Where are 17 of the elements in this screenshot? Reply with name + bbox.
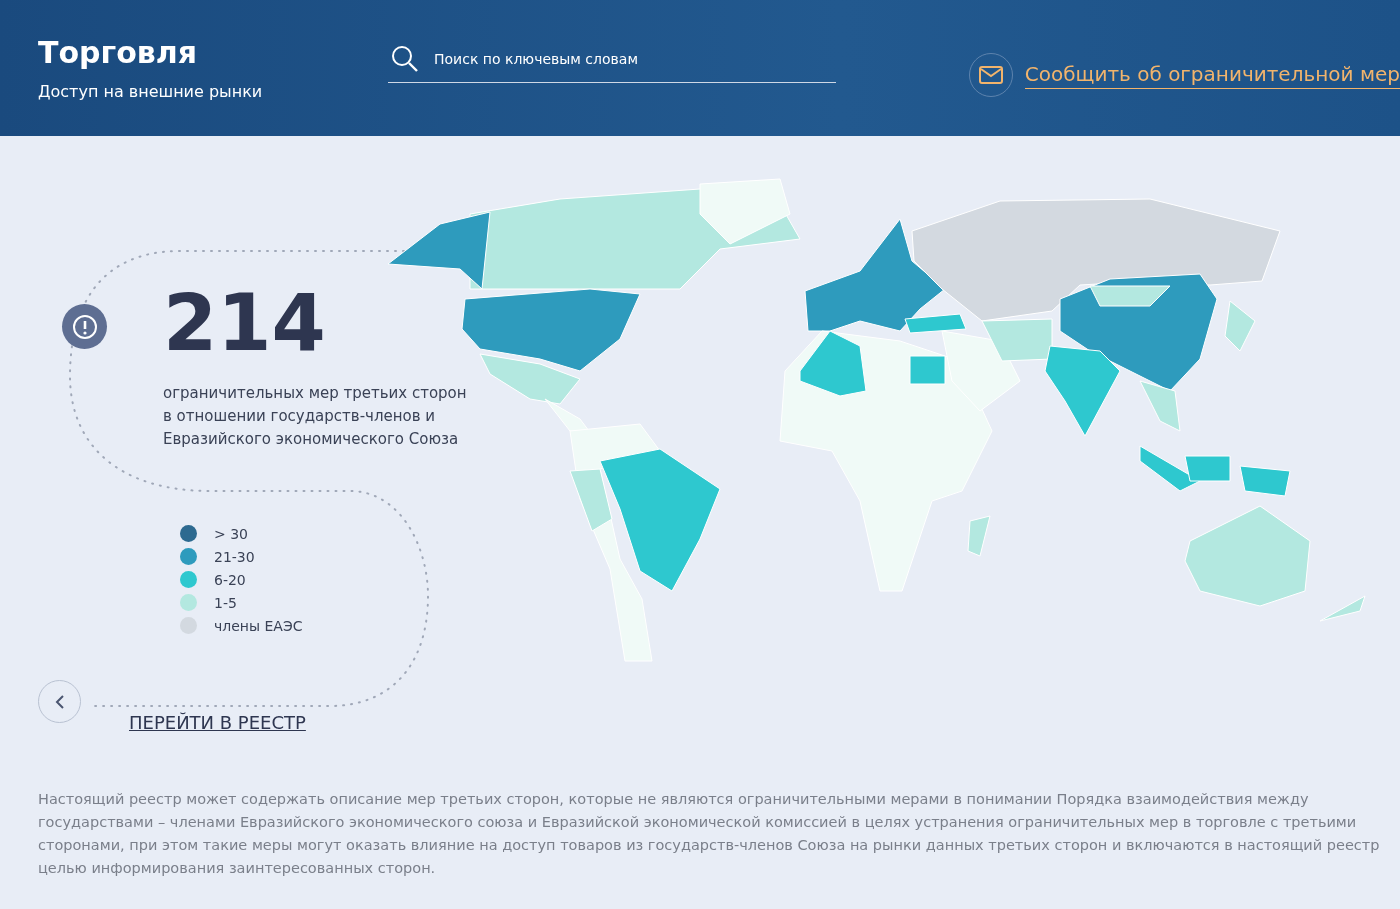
envelope-icon [978, 66, 1003, 84]
report-link[interactable]: Сообщить об ограничительной мер [1024, 61, 1400, 89]
legend-label: члены ЕАЭС [214, 617, 303, 634]
search-icon [390, 43, 420, 74]
count-description: ограничительных мер третьих сторон в отношении государств-членов и Евразийского экономического Союза [163, 383, 468, 450]
disclaimer-text: Настоящий реестр может содержать описание мер третьих сторон, которые не являются ограничительными мерами в понимании Порядка взаимодействия между государствами – членами Евразийского экономического союза и Евразийской экономической комиссией в целях устранения ограничительных мер в торговле с третьими сторонами, при этом такие меры могут оказать влияние на доступ товаров из государств-членов Союза на рынки данных третьих сторон и включаются в настоящий реестр целью информирования заинтересованных сторон. [38, 790, 1380, 878]
chevron-left-icon [54, 694, 65, 709]
legend-label: 1-5 [214, 594, 237, 611]
registry-link[interactable]: ПЕРЕЙТИ В РЕЕСТР [129, 712, 306, 733]
search-field[interactable]: Поиск по ключевым словам [432, 49, 836, 68]
legend-label: > 30 [214, 525, 248, 542]
page-title: Торговля [38, 35, 199, 70]
alert-icon [62, 304, 107, 349]
measure-count: 214 [163, 284, 326, 362]
page-subtitle: Доступ на внешние рынки [38, 82, 264, 101]
legend-label: 21-30 [214, 548, 255, 565]
legend-label: 6-20 [214, 571, 246, 588]
